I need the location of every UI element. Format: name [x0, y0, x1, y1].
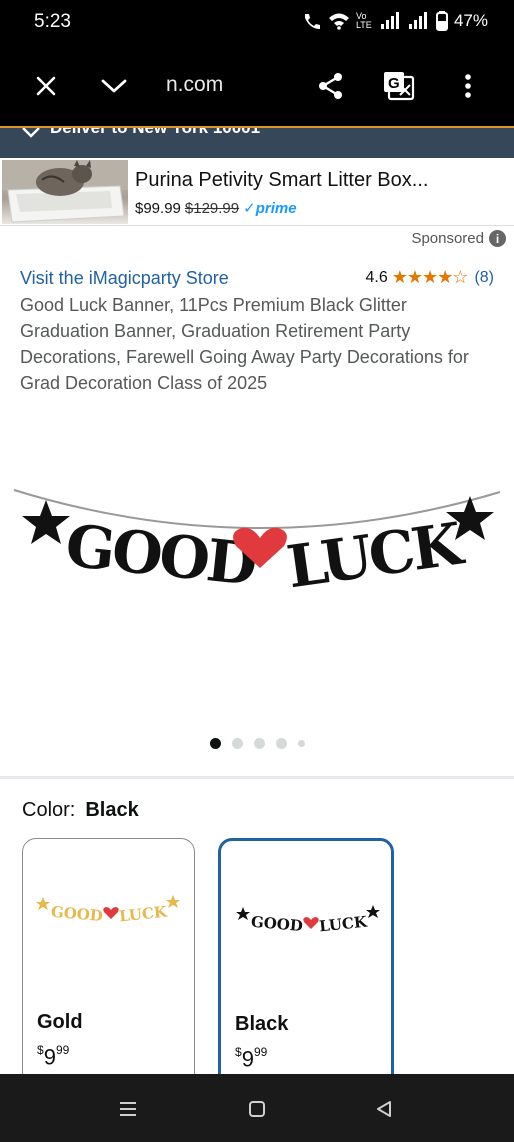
carousel-dot[interactable] [275, 738, 287, 749]
sponsored-label[interactable]: Sponsored i [411, 230, 506, 247]
recent-apps-button[interactable] [108, 1094, 148, 1124]
swatch-image-black: GOOD LUCK [236, 905, 380, 935]
sponsored-ad[interactable]: Purina Petivity Smart Litter Box... $99.… [0, 158, 514, 226]
carousel-dot[interactable] [253, 738, 265, 749]
product-image[interactable]: GOOD LUCK [0, 470, 514, 610]
status-bar: 5:23 Vo LTE 47% [0, 0, 514, 46]
color-option-gold[interactable]: GOOD LUCK Gold $999 [22, 838, 195, 1088]
banner-word-right: LUCK [283, 509, 469, 601]
carousel-dot[interactable] [297, 740, 305, 747]
swatch-image-gold: GOOD LUCK [36, 895, 180, 925]
volte-label: Vo LTE [355, 11, 372, 30]
svg-text:LUCK: LUCK [318, 912, 368, 935]
rating-value: 4.6 [365, 268, 388, 286]
section-divider [0, 776, 514, 779]
chevron-down-icon [101, 79, 127, 93]
expand-button[interactable] [94, 66, 134, 106]
battery-icon [435, 11, 448, 31]
home-icon [249, 1101, 265, 1117]
selected-color: Black [85, 799, 139, 821]
system-nav-bar [0, 1074, 514, 1142]
star-rating-icon: ★★★★☆ [391, 267, 469, 287]
svg-text:GOOD: GOOD [50, 903, 103, 925]
deliver-to-bar[interactable]: Deliver to New York 10001 [0, 128, 514, 158]
swatch-price: $999 [37, 1043, 70, 1070]
back-icon [377, 1101, 391, 1117]
deliver-to-text: Deliver to New York 10001 [50, 128, 260, 138]
wifi-icon [328, 13, 349, 30]
more-options-button[interactable] [448, 66, 488, 106]
location-icon [22, 128, 40, 138]
store-link[interactable]: Visit the iMagicparty Store [20, 268, 229, 289]
battery-level: 47% [453, 11, 488, 30]
banner-word-left: GOOD [62, 511, 258, 598]
share-icon [319, 73, 342, 99]
translate-button[interactable]: G [379, 66, 419, 106]
ad-title: Purina Petivity Smart Litter Box... [135, 169, 429, 191]
status-time: 5:23 [34, 11, 71, 32]
swatch-name: Black [235, 1013, 289, 1035]
svg-text:LUCK: LUCK [118, 902, 168, 925]
more-vert-icon [465, 74, 471, 98]
color-label: Color: Black [22, 799, 139, 822]
star-left-icon [22, 500, 70, 544]
product-title: Good Luck Banner, 11Pcs Premium Black Gl… [20, 295, 469, 393]
browser-toolbar: n.com G [0, 46, 514, 126]
ad-product-image [2, 160, 128, 224]
close-icon [36, 76, 56, 96]
signal-icon-2 [408, 12, 427, 29]
carousel-dot[interactable] [209, 738, 221, 749]
prime-badge: ✓prime [243, 200, 297, 217]
image-carousel-dots [0, 738, 514, 749]
info-icon: i [489, 230, 506, 247]
translate-icon: G [384, 72, 415, 101]
carousel-dot[interactable] [231, 738, 243, 749]
swatch-name: Gold [37, 1011, 83, 1033]
ad-price-row: $99.99 $129.99 ✓prime [135, 199, 297, 217]
rating-count: (8) [474, 268, 494, 286]
ad-old-price: $129.99 [184, 200, 240, 217]
recent-apps-icon [120, 1102, 136, 1116]
url-text[interactable]: n.com [166, 73, 223, 97]
swatch-price: $999 [235, 1045, 268, 1072]
share-button[interactable] [311, 66, 351, 106]
color-label-text: Color: [22, 799, 76, 821]
close-button[interactable] [26, 66, 66, 106]
color-option-black[interactable]: GOOD LUCK Black $999 [218, 838, 394, 1088]
svg-text:G: G [388, 75, 400, 92]
rating-summary[interactable]: 4.6 ★★★★☆ (8) [366, 267, 495, 288]
home-button[interactable] [237, 1094, 277, 1124]
svg-text:GOOD: GOOD [250, 913, 303, 935]
wifi-calling-icon [304, 14, 320, 29]
status-icons: Vo LTE 47% [302, 11, 488, 31]
sponsored-text: Sponsored [411, 230, 484, 247]
ad-price: $99.99 [135, 200, 181, 217]
back-button[interactable] [364, 1094, 404, 1124]
signal-icon [380, 12, 399, 29]
